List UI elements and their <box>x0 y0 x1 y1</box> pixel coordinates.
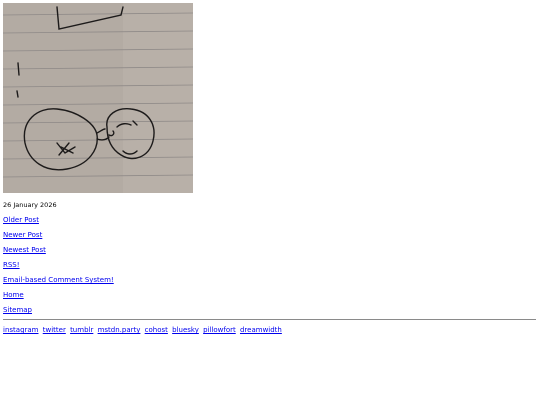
social-links: instagram twitter tumblr mstdn.party coh… <box>3 326 284 334</box>
sketch-drawing <box>3 3 193 193</box>
mastodon-link[interactable]: mstdn.party <box>98 326 141 334</box>
post-navigation: Older Post Newer Post Newest Post RSS! E… <box>3 215 114 320</box>
instagram-link[interactable]: instagram <box>3 326 39 334</box>
cohost-link[interactable]: cohost <box>145 326 168 334</box>
post-date: 26 January 2026 <box>3 201 57 209</box>
rss-link[interactable]: RSS! <box>3 260 114 275</box>
footer-divider <box>3 319 536 320</box>
post-photo <box>3 3 193 193</box>
comment-system-link[interactable]: Email-based Comment System! <box>3 275 114 290</box>
twitter-link[interactable]: twitter <box>43 326 66 334</box>
pillowfort-link[interactable]: pillowfort <box>203 326 236 334</box>
sitemap-link[interactable]: Sitemap <box>3 305 114 320</box>
bluesky-link[interactable]: bluesky <box>172 326 199 334</box>
newest-post-link[interactable]: Newest Post <box>3 245 114 260</box>
older-post-link[interactable]: Older Post <box>3 215 114 230</box>
dreamwidth-link[interactable]: dreamwidth <box>240 326 282 334</box>
newer-post-link[interactable]: Newer Post <box>3 230 114 245</box>
tumblr-link[interactable]: tumblr <box>70 326 93 334</box>
home-link[interactable]: Home <box>3 290 114 305</box>
